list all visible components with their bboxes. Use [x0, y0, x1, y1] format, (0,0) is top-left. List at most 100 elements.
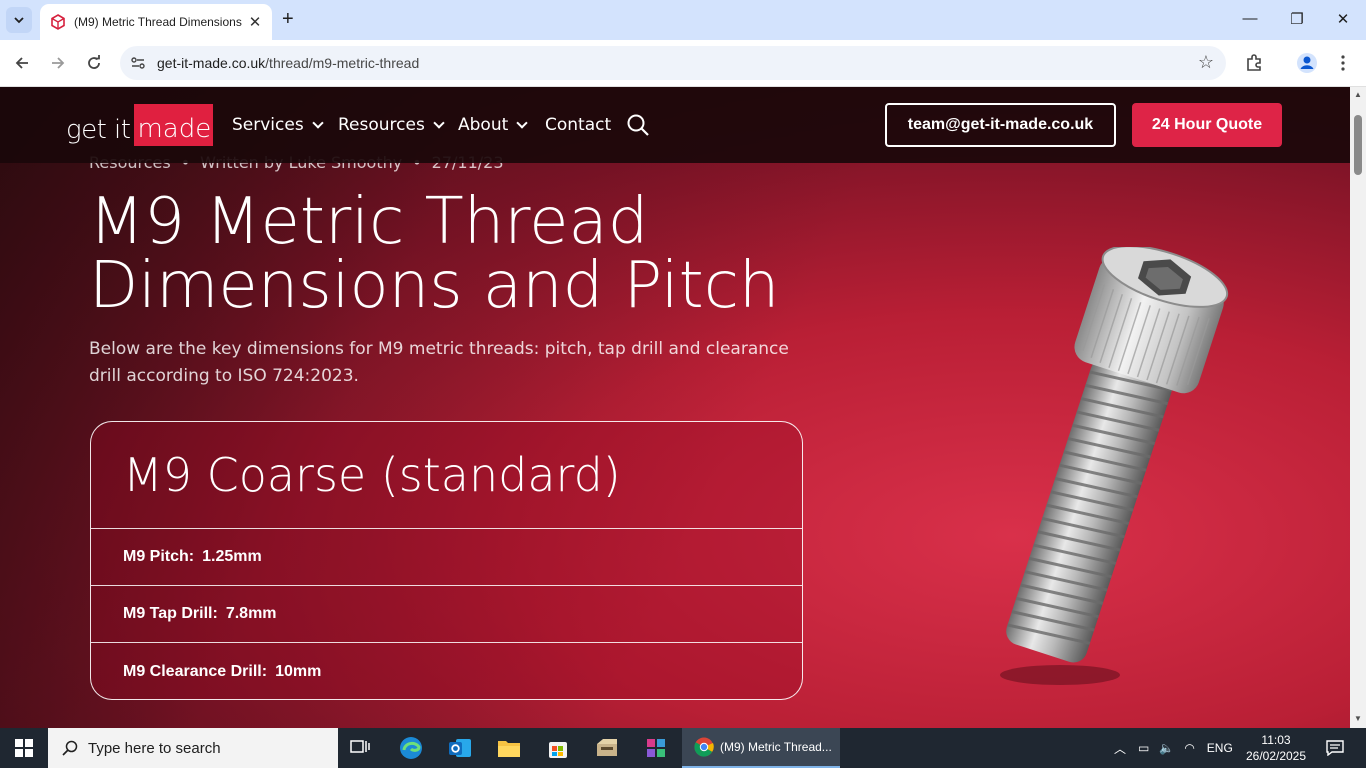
spec-value: 10mm [275, 662, 322, 680]
nav-resources[interactable]: Resources [338, 115, 445, 135]
browser-toolbar: get-it-made.co.uk/thread/m9-metric-threa… [0, 40, 1366, 87]
colorful-app-icon [647, 739, 665, 757]
chevron-down-icon [433, 117, 445, 129]
socket-head-screw-image [1000, 247, 1229, 685]
spec-card-header: M9 Coarse (standard) [91, 422, 802, 529]
spec-row-tap-drill: M9 Tap Drill: 7.8mm [91, 586, 802, 643]
battery-icon[interactable]: ▭ [1138, 741, 1149, 755]
logo-box: made [134, 104, 214, 146]
search-icon[interactable] [626, 113, 650, 137]
nav-services[interactable]: Services [232, 115, 324, 135]
nav-contact[interactable]: Contact [545, 115, 611, 135]
avatar-icon [1297, 53, 1317, 73]
chevron-down-icon [516, 117, 528, 129]
arrow-right-icon [52, 57, 65, 69]
kebab-menu-icon [1341, 55, 1345, 71]
spec-value: 1.25mm [202, 548, 262, 565]
clock-date: 26/02/2025 [1245, 749, 1307, 763]
nav-label: Services [232, 115, 304, 135]
chevron-down-icon [312, 117, 324, 129]
archive-app-icon [597, 739, 617, 756]
scroll-up-arrow[interactable]: ▲ [1353, 90, 1363, 100]
site-header: get it made Services Resources About Con… [0, 87, 1350, 163]
browser-menu-button[interactable] [1332, 52, 1354, 74]
clock-time: 11:03 [1261, 733, 1291, 747]
thread-spec-card: M9 Coarse (standard) M9 Pitch: 1.25mm M9 … [90, 421, 803, 700]
search-icon [62, 740, 78, 756]
notifications-button[interactable] [1320, 733, 1350, 763]
spec-row-clearance-drill: M9 Clearance Drill: 10mm [91, 643, 802, 699]
task-view-icon [350, 740, 370, 753]
arrow-left-icon [15, 57, 28, 69]
favicon-icon [51, 14, 65, 30]
volume-icon[interactable]: 🔈 [1159, 741, 1174, 755]
url-text[interactable]: get-it-made.co.uk/thread/m9-metric-threa… [157, 55, 419, 71]
forward-button[interactable] [47, 52, 69, 74]
new-tab-button[interactable]: + [282, 9, 294, 29]
close-window-button[interactable]: ✕ [1333, 10, 1353, 28]
network-icon[interactable]: ◠ [1184, 741, 1194, 755]
taskbar-outlook[interactable] [445, 733, 475, 763]
language-indicator[interactable]: ENG [1207, 741, 1233, 755]
page-subtitle: Below are the key dimensions for M9 metr… [89, 339, 789, 386]
edge-icon [400, 737, 422, 759]
page-viewport: Resources•Written by Luke Smoothy•27/11/… [0, 87, 1350, 728]
tab-search-button[interactable] [6, 7, 32, 33]
close-tab-icon[interactable]: ✕ [246, 13, 264, 31]
profile-button[interactable] [1296, 52, 1318, 74]
show-hidden-icons[interactable]: ︿ [1114, 740, 1126, 757]
taskbar-search[interactable]: Type here to search [48, 728, 338, 768]
store-icon [549, 742, 567, 758]
spec-value: 7.8mm [225, 605, 277, 622]
tab-title: (M9) Metric Thread Dimensions [74, 15, 242, 29]
site-logo[interactable]: get it made [66, 104, 214, 146]
puzzle-icon [1247, 54, 1261, 71]
address-bar[interactable]: get-it-made.co.uk/thread/m9-metric-threa… [120, 46, 1226, 80]
outlook-icon [449, 739, 471, 757]
extensions-button[interactable] [1243, 52, 1265, 74]
chrome-task-label: (M9) Metric Thread... [720, 740, 832, 754]
taskbar-store[interactable] [543, 733, 573, 763]
restore-button[interactable]: ❐ [1287, 10, 1307, 28]
nav-about[interactable]: About [458, 115, 528, 135]
start-button[interactable] [0, 728, 48, 768]
url-path: /thread/m9-metric-thread [265, 55, 420, 71]
url-host: get-it-made.co.uk [157, 55, 266, 71]
taskbar-file-explorer[interactable] [494, 733, 524, 763]
tab-strip: (M9) Metric Thread Dimensions ✕ + — ❐ ✕ [0, 0, 1366, 40]
chevron-down-icon [14, 17, 24, 24]
clock[interactable]: 11:03 26/02/2025 [1244, 732, 1308, 764]
reload-icon [88, 55, 100, 69]
nav-label: Contact [545, 115, 612, 135]
minimize-button[interactable]: — [1240, 10, 1260, 27]
spec-row-pitch: M9 Pitch: 1.25mm [91, 529, 802, 586]
taskbar-search-placeholder: Type here to search [88, 739, 221, 757]
taskbar-app-5[interactable] [592, 733, 622, 763]
spec-label: M9 Clearance Drill: [123, 662, 268, 680]
reload-button[interactable] [83, 52, 105, 74]
scroll-down-arrow[interactable]: ▼ [1353, 714, 1363, 724]
nav-label: About [458, 115, 509, 135]
back-button[interactable] [11, 52, 33, 74]
spec-card-title: M9 Coarse (standard) [123, 448, 621, 502]
quote-button[interactable]: 24 Hour Quote [1132, 103, 1282, 147]
site-info-icon[interactable] [130, 55, 146, 71]
system-tray: ︿ ▭ 🔈 ◠ ENG [1114, 728, 1233, 768]
chrome-icon [694, 737, 714, 757]
taskbar-chrome[interactable]: (M9) Metric Thread... [682, 728, 840, 768]
hero-section: Resources•Written by Luke Smoothy•27/11/… [0, 87, 1350, 728]
page-title: M9 Metric Thread Dimensions and Pitch [89, 185, 780, 323]
taskbar-app-6[interactable] [641, 733, 671, 763]
page-scrollbar[interactable]: ▲ ▼ [1350, 87, 1366, 728]
bookmark-star-icon[interactable]: ☆ [1198, 52, 1214, 73]
spec-label: M9 Tap Drill: [123, 605, 218, 622]
email-button[interactable]: team@get-it-made.co.uk [885, 103, 1116, 147]
taskbar: Type here to search (M9) Metric Thread..… [0, 728, 1366, 768]
active-tab[interactable]: (M9) Metric Thread Dimensions ✕ [40, 4, 272, 40]
taskbar-edge[interactable] [396, 733, 426, 763]
scrollbar-thumb[interactable] [1354, 115, 1362, 175]
notification-icon [1326, 740, 1344, 756]
spec-label: M9 Pitch: [123, 548, 195, 565]
task-view-button[interactable] [345, 733, 375, 763]
windows-logo-icon [15, 739, 33, 757]
